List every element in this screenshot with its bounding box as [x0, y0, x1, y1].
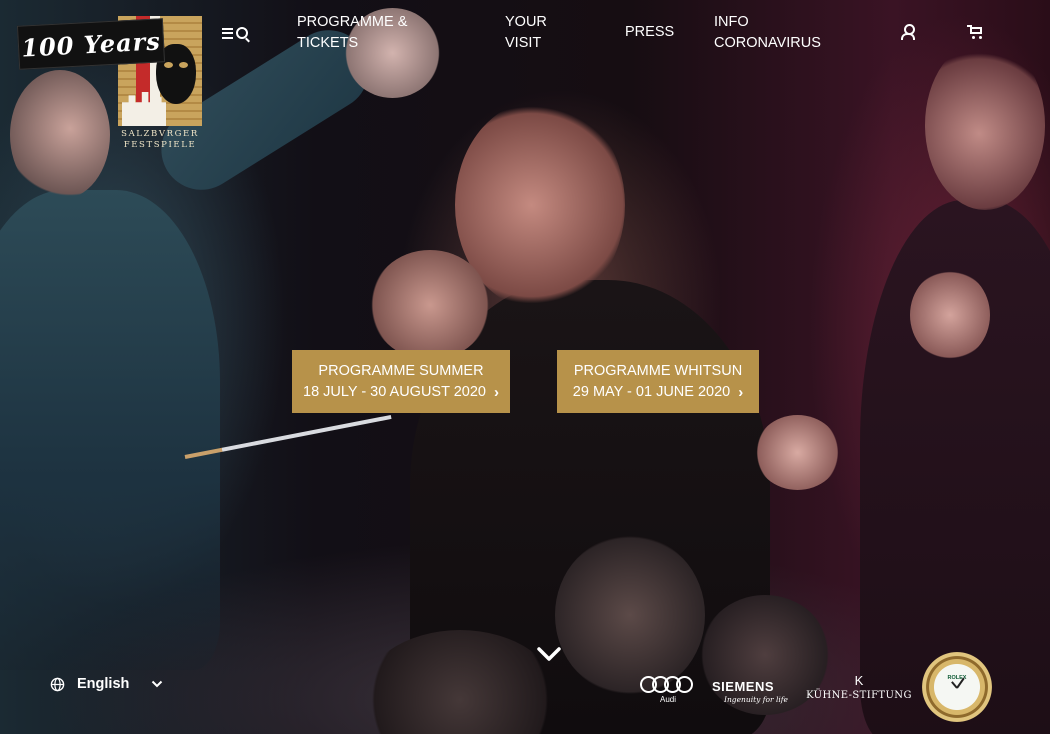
nav-label-line1: PRESS	[625, 24, 675, 40]
conductor-center-hand	[370, 250, 490, 360]
kuehne-mark-icon: K	[854, 673, 864, 688]
sponsor-kuehne-stiftung[interactable]: K KÜHNE-STIFTUNG	[804, 673, 914, 702]
nav-programme-tickets[interactable]: PROGRAMME & TICKETS	[297, 12, 447, 54]
nav-label-line1: INFO	[714, 14, 749, 30]
conductor-right-hand	[910, 270, 990, 360]
user-icon[interactable]	[901, 24, 915, 40]
globe-icon	[50, 677, 65, 691]
audi-rings-icon	[640, 675, 696, 693]
sponsor-siemens-tagline: Ingenuity for life	[724, 695, 788, 704]
conductor-left-figure	[0, 190, 220, 670]
nav-label-line2: CORONAVIRUS	[714, 35, 821, 51]
language-selector[interactable]: English	[50, 676, 163, 692]
sponsor-audi[interactable]: Audi	[640, 675, 696, 707]
sponsor-kuehne-name: KÜHNE-STIFTUNG	[806, 690, 912, 701]
menu-search-icon[interactable]	[222, 24, 252, 42]
chevron-down-icon	[152, 680, 163, 688]
nav-info-coronavirus[interactable]: INFO CORONAVIRUS	[714, 12, 864, 54]
sponsor-siemens-name: SIEMENS	[712, 679, 775, 694]
logo-text-line1: SALZBVRGER	[121, 129, 199, 139]
cta-title: PROGRAMME WHITSUN	[573, 362, 743, 379]
language-value: English	[77, 676, 130, 692]
nav-label-line1: YOUR	[505, 14, 547, 30]
chevron-right-icon: ›	[493, 383, 499, 401]
nav-label-line1: PROGRAMME &	[297, 14, 408, 30]
anniversary-badge[interactable]: 100 Years	[16, 18, 166, 70]
programme-summer-button[interactable]: PROGRAMME SUMMER 18 JULY - 30 AUGUST 202…	[292, 350, 510, 413]
sponsor-logos: Audi SIEMENS Ingenuity for life K KÜHNE-…	[636, 648, 996, 723]
anniversary-badge-text: 100 Years	[20, 25, 162, 63]
cta-title: PROGRAMME SUMMER	[318, 362, 484, 379]
conductor-left-head	[10, 70, 110, 200]
chevron-right-icon: ›	[738, 383, 744, 401]
sponsor-audi-name: Audi	[659, 695, 676, 704]
logo-text: SALZBVRGER FESTSPIELE	[118, 129, 202, 151]
cart-icon[interactable]	[967, 25, 984, 40]
cta-dates: 29 MAY - 01 JUNE 2020	[572, 383, 731, 400]
programme-whitsun-button[interactable]: PROGRAMME WHITSUN 29 MAY - 01 JUNE 2020 …	[557, 350, 759, 413]
nav-label-line2: TICKETS	[297, 35, 359, 51]
sponsor-rolex-clock[interactable]: ROLEX	[922, 652, 992, 722]
conductor-right-hand-2	[755, 415, 840, 490]
cta-dates: 18 JULY - 30 AUGUST 2020	[303, 383, 486, 400]
sponsor-siemens[interactable]: SIEMENS Ingenuity for life	[712, 679, 792, 704]
conductor-right-head	[925, 40, 1045, 210]
logo-text-line2: FESTSPIELE	[123, 140, 197, 150]
chevron-down-icon[interactable]	[536, 643, 562, 665]
nav-label-line2: VISIT	[505, 35, 542, 51]
